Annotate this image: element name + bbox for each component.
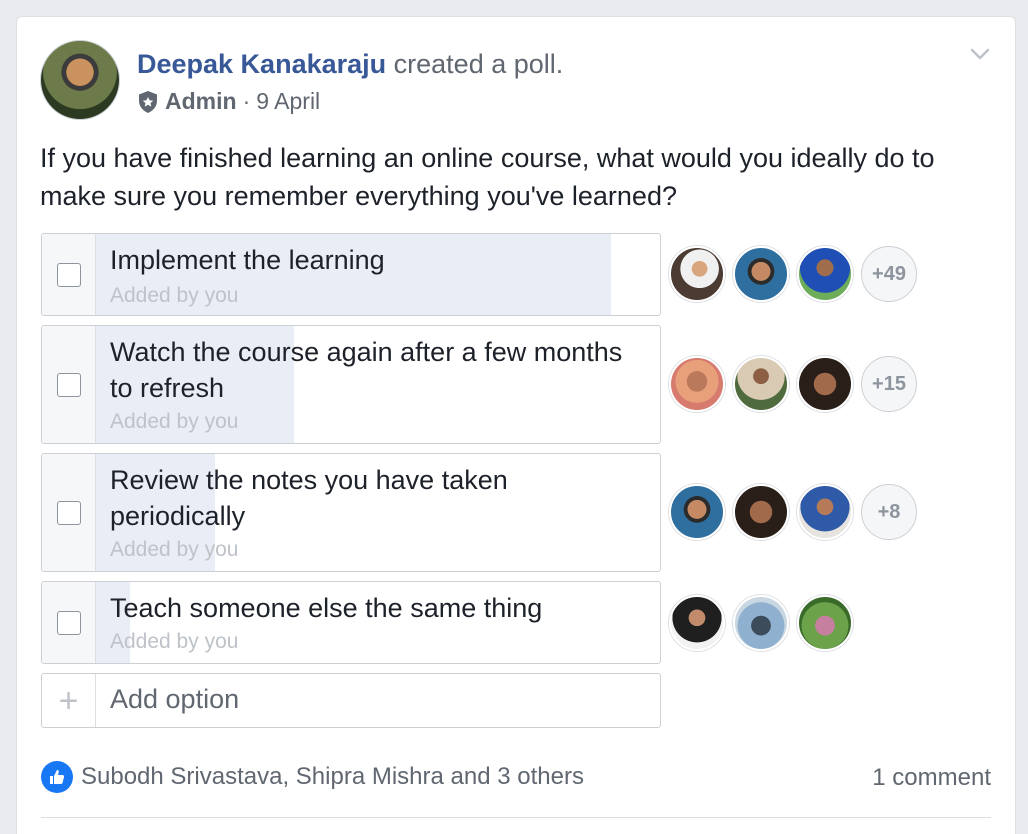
add-option-label: Add option — [110, 684, 240, 714]
poll-question: If you have finished learning an online … — [40, 143, 935, 211]
voter-avatar[interactable] — [733, 484, 789, 540]
poll-option-1[interactable]: Implement the learning Added by you — [41, 233, 661, 316]
voter-avatar[interactable] — [733, 246, 789, 302]
reactions-summary[interactable]: Subodh Srivastava, Shipra Mishra and 3 o… — [41, 761, 584, 793]
voter-avatar[interactable] — [733, 595, 789, 651]
option-checkbox[interactable] — [57, 611, 81, 635]
option-added-by: Added by you — [110, 284, 239, 307]
post-date-link[interactable]: 9 April — [256, 88, 320, 115]
chevron-down-icon[interactable] — [967, 41, 993, 67]
voter-avatar[interactable] — [733, 356, 789, 412]
author-avatar[interactable] — [40, 40, 120, 120]
more-voters-count[interactable]: +8 — [861, 484, 917, 540]
post-header: Deepak Kanakaraju created a poll. — [137, 47, 563, 81]
option-voters-3: +8 — [669, 484, 917, 540]
add-option-field[interactable]: + Add option — [41, 673, 661, 728]
voter-avatar[interactable] — [797, 484, 853, 540]
plus-icon: + — [42, 674, 96, 727]
voter-avatar[interactable] — [669, 246, 725, 302]
option-voters-4 — [669, 595, 853, 651]
voter-avatar[interactable] — [669, 595, 725, 651]
shield-icon — [139, 90, 157, 113]
post-action-text: created a poll. — [393, 49, 564, 79]
more-voters-count[interactable]: +15 — [861, 356, 917, 412]
option-checkbox[interactable] — [57, 501, 81, 525]
poll-option-4[interactable]: Teach someone else the same thing Added … — [41, 581, 661, 664]
poll-option-2[interactable]: Watch the course again after a few month… — [41, 325, 661, 444]
meta-separator: · — [242, 88, 251, 114]
option-added-by: Added by you — [110, 630, 239, 653]
option-added-by: Added by you — [110, 538, 239, 561]
author-name-link[interactable]: Deepak Kanakaraju — [137, 49, 386, 79]
option-checkbox[interactable] — [57, 263, 81, 287]
voter-avatar[interactable] — [797, 246, 853, 302]
option-text: Implement the learning — [110, 245, 385, 275]
thumbs-up-icon — [41, 761, 73, 793]
voter-avatar[interactable] — [669, 356, 725, 412]
poll-post-card: Deepak Kanakaraju created a poll. Admin … — [16, 16, 1016, 834]
more-voters-count[interactable]: +49 — [861, 246, 917, 302]
option-added-by: Added by you — [110, 410, 239, 433]
option-checkbox[interactable] — [57, 373, 81, 397]
option-text: Watch the course again after a few month… — [110, 337, 623, 403]
author-role-badge: Admin — [165, 88, 237, 114]
option-text: Teach someone else the same thing — [110, 593, 543, 623]
comments-count-link[interactable]: 1 comment — [872, 764, 991, 792]
voter-avatar[interactable] — [797, 595, 853, 651]
reactions-text[interactable]: Subodh Srivastava, Shipra Mishra and 3 o… — [81, 763, 584, 791]
poll-option-3[interactable]: Review the notes you have taken periodic… — [41, 453, 661, 572]
option-text: Review the notes you have taken periodic… — [110, 465, 508, 531]
option-voters-2: +15 — [669, 356, 917, 412]
footer-divider — [41, 817, 991, 818]
voter-avatar[interactable] — [797, 356, 853, 412]
post-meta: Admin · 9 April — [137, 88, 320, 115]
option-voters-1: +49 — [669, 246, 917, 302]
voter-avatar[interactable] — [669, 484, 725, 540]
